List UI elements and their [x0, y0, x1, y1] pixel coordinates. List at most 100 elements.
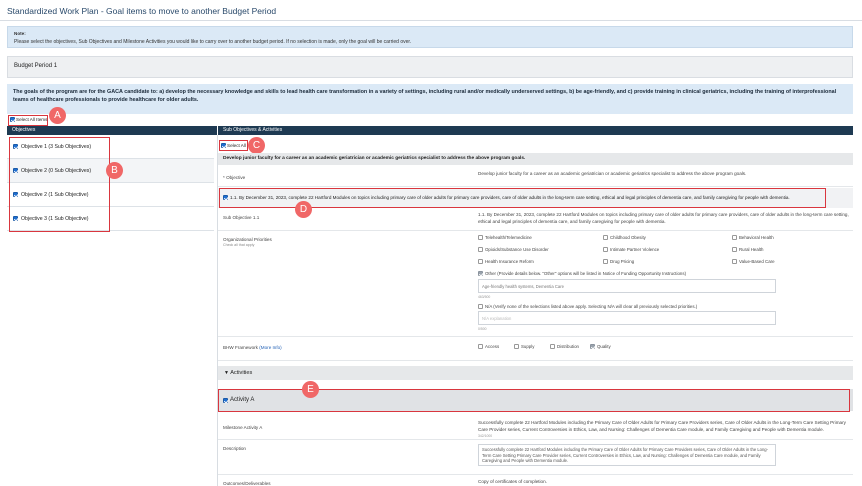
priority-checkbox[interactable] [732, 259, 737, 264]
budget-period-header: Budget Period 1 [7, 56, 853, 78]
row-divider [218, 439, 853, 440]
priority-checkbox[interactable] [478, 259, 483, 264]
goal-text: The goals of the program are for the GAC… [7, 84, 853, 114]
callout-b: B [106, 162, 123, 179]
sub-objective-checkbox[interactable] [223, 195, 228, 200]
bhw-option-label: Access [485, 344, 500, 349]
objective-field-value: Develop junior faculty for a career as a… [478, 171, 747, 176]
callout-c: C [248, 137, 265, 154]
na-explanation-input[interactable]: N/A explanation [478, 311, 776, 325]
select-all-items[interactable]: Select All Items [10, 117, 47, 122]
priority-option[interactable]: Health Insurance Reform [478, 259, 534, 264]
other-details-input[interactable]: Age-friendly health systems, Dementia Ca… [478, 279, 776, 293]
note-label: Note: [14, 31, 26, 36]
priority-na-label: N/A (Verify none of the selections liste… [485, 304, 698, 309]
priority-label: Value-Based Care [739, 259, 775, 264]
priority-checkbox[interactable] [478, 235, 483, 240]
row-divider [218, 336, 853, 337]
select-all-items-label: Select All Items [16, 117, 48, 122]
sub-objective-field-label: Sub Objective 1.1 [223, 215, 260, 220]
milestone-label: Milestone Activity A [223, 425, 263, 430]
priority-label: Rural Health [739, 247, 764, 252]
other-char-count: 463/500 [478, 295, 491, 299]
priority-label: Drug Pricing [610, 259, 635, 264]
activity-a-checkbox[interactable] [223, 397, 228, 403]
org-priorities-hint: Check all that apply [223, 243, 255, 247]
row-divider [218, 230, 853, 231]
priority-option[interactable]: Rural Health [732, 247, 763, 252]
priority-checkbox[interactable] [732, 235, 737, 240]
outcome-value: Copy of certificates of completion. [478, 479, 547, 484]
description-label: Description [223, 446, 246, 451]
bhw-checkbox[interactable] [550, 344, 555, 349]
org-priorities-label: Organizational Priorities [223, 237, 272, 242]
caret-down-icon: ▼ [224, 370, 229, 376]
page-title: Standardized Work Plan - Goal items to m… [7, 6, 277, 16]
na-char-count: 0/500 [478, 327, 487, 331]
priority-checkbox[interactable] [603, 235, 608, 240]
bhw-framework-text: BHW Framework [223, 345, 258, 350]
select-all-items-checkbox[interactable] [10, 117, 15, 122]
priority-option[interactable]: Drug Pricing [603, 259, 634, 264]
milestone-char-count: 342/1000 [478, 434, 493, 438]
callout-d: D [295, 201, 312, 218]
priority-na-checkbox[interactable] [478, 304, 483, 309]
select-all-checkbox[interactable] [221, 143, 226, 148]
priority-option[interactable]: Intimate Partner Violence [603, 247, 659, 252]
row-divider [218, 474, 853, 475]
priority-option[interactable]: Value-Based Care [732, 259, 775, 264]
sub-objective-check[interactable]: 1.1. By December 31, 2023, complete 22 H… [223, 195, 790, 200]
activities-section[interactable]: ▼ Activities [218, 366, 853, 380]
priority-other-label: Other (Provide details below. "Other" op… [485, 271, 687, 276]
milestone-value: Successfully complete 22 Hartford Module… [478, 420, 846, 432]
priority-other-checkbox[interactable] [478, 271, 483, 276]
bhw-option-label: Quality [597, 344, 611, 349]
select-all-label: Select All [227, 143, 246, 148]
bhw-option-label: Supply [521, 344, 535, 349]
callout-e: E [302, 381, 319, 398]
objectives-highlight [9, 137, 110, 232]
bhw-option[interactable]: Quality [590, 344, 611, 349]
bhw-checkbox[interactable] [514, 344, 519, 349]
objectives-header: Objectives [7, 126, 217, 135]
title-divider [0, 20, 862, 21]
row-divider [218, 186, 853, 187]
priority-option[interactable]: Childhood Obesity [603, 235, 646, 240]
activity-a-check[interactable]: Activity A [223, 397, 254, 403]
sub-objective-check-label: 1.1. By December 31, 2023, complete 22 H… [230, 195, 790, 200]
priority-label: Telehealth/Telemedicine [485, 235, 532, 240]
description-textarea[interactable]: Successfully complete 22 Hartford Module… [478, 444, 776, 466]
priority-checkbox[interactable] [603, 259, 608, 264]
activities-label: Activities [230, 370, 253, 376]
priority-option[interactable]: Telehealth/Telemedicine [478, 235, 532, 240]
row-divider [218, 360, 853, 361]
priority-label: Opioids/Substance Use Disorder [485, 247, 549, 252]
bhw-checkbox[interactable] [590, 344, 595, 349]
select-all-sub[interactable]: Select All [221, 143, 246, 148]
callout-a: A [49, 107, 66, 124]
note-panel: Note: Please select the objectives, Sub … [7, 26, 853, 48]
sub-objective-field-value: 1.1. By December 31, 2023, complete 22 H… [478, 212, 849, 224]
bhw-option[interactable]: Distribution [550, 344, 579, 349]
priority-checkbox[interactable] [603, 247, 608, 252]
objective-field-label: * Objective [223, 175, 246, 180]
activity-a-label: Activity A [230, 397, 255, 403]
bhw-option-label: Distribution [557, 344, 579, 349]
bhw-checkbox[interactable] [478, 344, 483, 349]
priority-label: Health Insurance Reform [485, 259, 534, 264]
priority-option[interactable]: Opioids/Substance Use Disorder [478, 247, 549, 252]
priority-label: Behavioral Health [739, 235, 774, 240]
outcome-label: Outcomes/Deliverables [223, 481, 271, 486]
priority-option[interactable]: Behavioral Health [732, 235, 774, 240]
bhw-option[interactable]: Supply [514, 344, 534, 349]
note-text: Please select the objectives, Sub Object… [14, 39, 412, 45]
bhw-option[interactable]: Access [478, 344, 499, 349]
sub-objectives-header: Sub Objectives & Activities [218, 126, 853, 135]
priority-label: Intimate Partner Violence [610, 247, 660, 252]
priority-other[interactable]: Other (Provide details below. "Other" op… [478, 271, 686, 276]
priority-label: Childhood Obesity [610, 235, 646, 240]
priority-checkbox[interactable] [478, 247, 483, 252]
priority-checkbox[interactable] [732, 247, 737, 252]
bhw-more-info-link[interactable]: (More Info) [259, 345, 281, 350]
priority-na[interactable]: N/A (Verify none of the selections liste… [478, 304, 697, 309]
